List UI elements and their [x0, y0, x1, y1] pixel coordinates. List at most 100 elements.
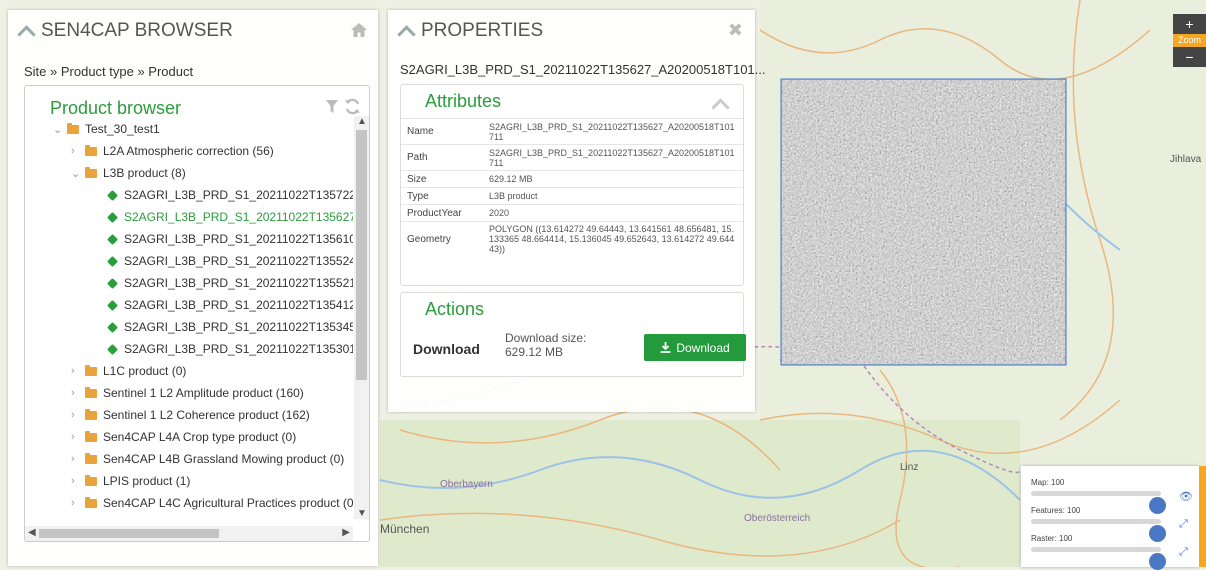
zoom-control: + Zoom − [1173, 14, 1206, 67]
refresh-icon[interactable] [344, 98, 361, 115]
download-size-label: Download size: [505, 331, 587, 345]
product-icon [107, 189, 118, 201]
tree-root[interactable]: ⌄ Test_30_test1 [53, 120, 160, 138]
chevron-right-icon[interactable]: › [71, 453, 79, 465]
tree-folder-item[interactable]: ⌄ L3B product (8) [71, 164, 186, 182]
tree-product-item[interactable]: S2AGRI_L3B_PRD_S1_20211022T135524_A2020 [107, 252, 353, 270]
folder-icon [85, 166, 97, 178]
tree-folder-item[interactable]: › Sen4CAP L4B Grassland Mowing product (0… [71, 450, 344, 468]
tree-item-label: S2AGRI_L3B_PRD_S1_20211022T135412_A2020 [124, 298, 353, 312]
chevron-right-icon[interactable]: › [71, 387, 79, 399]
browser-panel-header[interactable]: SEN4CAP BROWSER [17, 20, 233, 44]
tree-folder-item[interactable]: › L2A Atmospheric correction (56) [71, 142, 274, 160]
opacity-label: Features: 100 [1031, 506, 1081, 515]
actions-title: Actions [425, 299, 485, 319]
opacity-row: Map: 100 👁 [1031, 478, 1193, 514]
tree-item-label: Sentinel 1 L2 Coherence product (162) [103, 408, 310, 422]
collapse-chevron-icon[interactable] [397, 24, 416, 44]
attribute-key: Geometry [401, 221, 483, 256]
folder-icon [85, 386, 97, 398]
attribute-value: S2AGRI_L3B_PRD_S1_20211022T135627_A20200… [483, 118, 743, 145]
opacity-slider[interactable] [1031, 491, 1166, 514]
close-icon[interactable]: ✖ [728, 20, 743, 41]
svg-text:Oberösterreich: Oberösterreich [744, 513, 810, 524]
chevron-right-icon[interactable]: › [71, 475, 79, 487]
download-size-info: Download size: 629.12 MB [505, 331, 586, 359]
tree-folder-item[interactable]: › L1C product (0) [71, 362, 186, 380]
breadcrumb: Site » Product type » Product [24, 64, 194, 79]
tree-product-item[interactable]: S2AGRI_L3B_PRD_S1_20211022T135627_A2020 [107, 208, 353, 226]
scroll-down-arrow-icon[interactable]: ▼ [357, 508, 367, 519]
opacity-slider[interactable] [1031, 547, 1166, 570]
chevron-right-icon[interactable]: › [71, 365, 79, 377]
tree-item-label: L3B product (8) [103, 166, 186, 180]
opacity-row: Features: 100 ⤢ [1031, 506, 1191, 542]
slider-handle[interactable] [1149, 553, 1166, 570]
tree-product-item[interactable]: S2AGRI_L3B_PRD_S1_20211022T135722_A2020 [107, 186, 353, 204]
tree-item-label: S2AGRI_L3B_PRD_S1_20211022T135521_A2020 [124, 276, 353, 290]
tree-product-item[interactable]: S2AGRI_L3B_PRD_S1_20211022T135521_A2020 [107, 274, 353, 292]
chevron-right-icon[interactable]: › [71, 497, 79, 509]
download-label: Download [413, 341, 480, 357]
tree-horizontal-scrollbar[interactable]: ◀ ▶ [25, 526, 353, 541]
expand-icon[interactable]: ⤢ [1179, 546, 1188, 559]
home-icon[interactable] [350, 22, 368, 38]
tree-folder-item[interactable]: › Sen4CAP L4A Crop type product (0) [71, 428, 296, 446]
zoom-in-button[interactable]: + [1173, 14, 1206, 34]
product-browser-box: Product browser ⌄ Test_30_test1 › L2A Atmos… [24, 85, 370, 542]
opacity-panel: Map: 100 👁 Features: 100 ⤢ Raster: 100 ⤢ [1021, 466, 1199, 570]
attribute-key: Type [401, 187, 483, 205]
product-icon [107, 277, 118, 289]
filter-icon[interactable] [325, 99, 339, 114]
chevron-down-icon[interactable]: ⌄ [71, 167, 80, 180]
attribute-value: POLYGON ((13.614272 49.64443, 13.641561 … [483, 221, 743, 256]
opacity-slider[interactable] [1031, 519, 1166, 542]
tree-vertical-scrollbar[interactable]: ▲ ▼ [354, 116, 369, 519]
tree-product-item[interactable]: S2AGRI_L3B_PRD_S1_20211022T135610_A2020 [107, 230, 353, 248]
attributes-table: Name S2AGRI_L3B_PRD_S1_20211022T135627_A2… [401, 118, 743, 256]
opacity-label: Raster: 100 [1031, 534, 1073, 543]
collapse-chevron-icon[interactable] [17, 24, 36, 44]
folder-icon [85, 452, 97, 464]
tree-horizontal-scroll-thumb[interactable] [39, 529, 219, 538]
tree-item-label: Sen4CAP L4B Grassland Mowing product (0) [103, 452, 345, 466]
chevron-right-icon[interactable]: › [71, 409, 79, 421]
tree-folder-item[interactable]: › Sentinel 1 L2 Amplitude product (160) [71, 384, 304, 402]
tree-vertical-scroll-thumb[interactable] [356, 130, 367, 380]
tree-item-label: LPIS product (1) [103, 474, 191, 488]
chevron-right-icon[interactable]: › [71, 431, 79, 443]
chevron-down-icon[interactable]: ⌄ [53, 123, 62, 136]
opacity-panel-tab[interactable] [1199, 466, 1206, 567]
scroll-left-arrow-icon[interactable]: ◀ [28, 527, 36, 538]
chevron-right-icon[interactable]: › [71, 145, 79, 157]
tree-product-item[interactable]: S2AGRI_L3B_PRD_S1_20211022T135345_A2020 [107, 318, 353, 336]
properties-panel-header[interactable]: PROPERTIES [397, 20, 544, 44]
tree-folder-item[interactable]: › Sen4CAP L4C Agricultural Practices prod… [71, 494, 353, 512]
tree-product-item[interactable]: S2AGRI_L3B_PRD_S1_20211022T135301_A2020 [107, 340, 353, 358]
attribute-key: Name [401, 118, 483, 145]
attribute-key: ProductYear [401, 204, 483, 222]
expand-icon[interactable]: ⤢ [1179, 518, 1188, 531]
properties-panel: PROPERTIES ✖ S2AGRI_L3B_PRD_S1_20211022T… [388, 10, 766, 412]
eye-icon[interactable]: 👁 [1179, 490, 1193, 503]
scroll-up-arrow-icon[interactable]: ▲ [357, 116, 367, 127]
tree-item-label: S2AGRI_L3B_PRD_S1_20211022T135524_A2020 [124, 254, 353, 268]
actions-card: Actions Download Download size: 629.12 M… [400, 292, 746, 377]
raster-image [782, 80, 1065, 364]
tree-folder-item[interactable]: › Sentinel 1 L2 Coherence product (162) [71, 406, 310, 424]
product-icon [107, 211, 118, 223]
scroll-right-arrow-icon[interactable]: ▶ [342, 527, 350, 538]
tree-item-label: L1C product (0) [103, 364, 187, 378]
download-button[interactable]: Download [644, 334, 746, 361]
download-size-value: 629.12 MB [505, 345, 564, 359]
product-icon [107, 343, 118, 355]
attribute-row: Type L3B product [401, 187, 743, 205]
tree-product-item[interactable]: S2AGRI_L3B_PRD_S1_20211022T135412_A2020 [107, 296, 353, 314]
tree-folder-item[interactable]: › LPIS product (1) [71, 472, 190, 490]
attributes-title: Attributes [425, 91, 502, 111]
folder-icon [67, 122, 79, 134]
attribute-value: 629.12 MB [483, 170, 743, 188]
svg-text:Jihlava: Jihlava [1170, 154, 1202, 165]
properties-panel-title: PROPERTIES [421, 20, 544, 41]
zoom-out-button[interactable]: − [1173, 47, 1206, 67]
